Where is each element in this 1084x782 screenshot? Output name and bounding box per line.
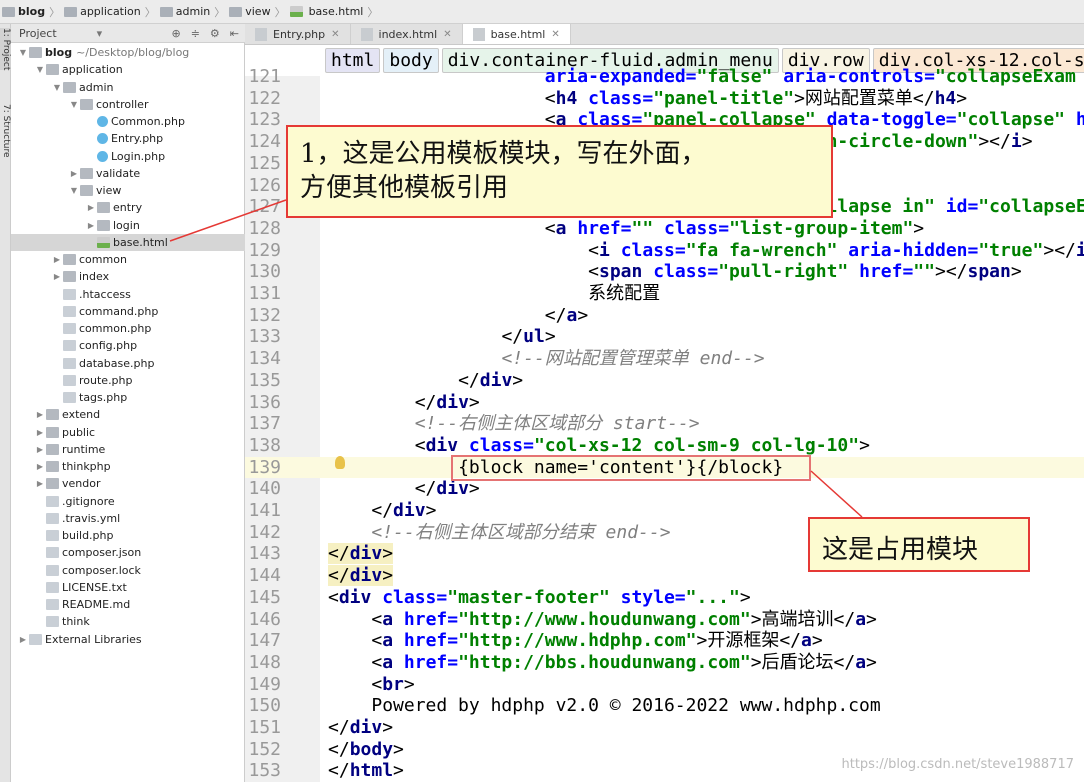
note-text: 这是占用模块 [822,535,979,565]
watermark: https://blog.csdn.net/steve1988717 [841,757,1074,772]
arrow-to-base-html [169,199,287,242]
annotation-arrows [169,199,863,518]
annotation-note-block: 这是占用模块 [808,517,1030,572]
note-line: 方便其他模板引用 [300,173,509,203]
arrow-to-block [810,470,863,518]
annotation-note-template: 1，这是公用模板模块，写在外面， 方便其他模板引用 [286,125,833,218]
note-line: 1，这是公用模板模块，写在外面， [300,139,707,169]
